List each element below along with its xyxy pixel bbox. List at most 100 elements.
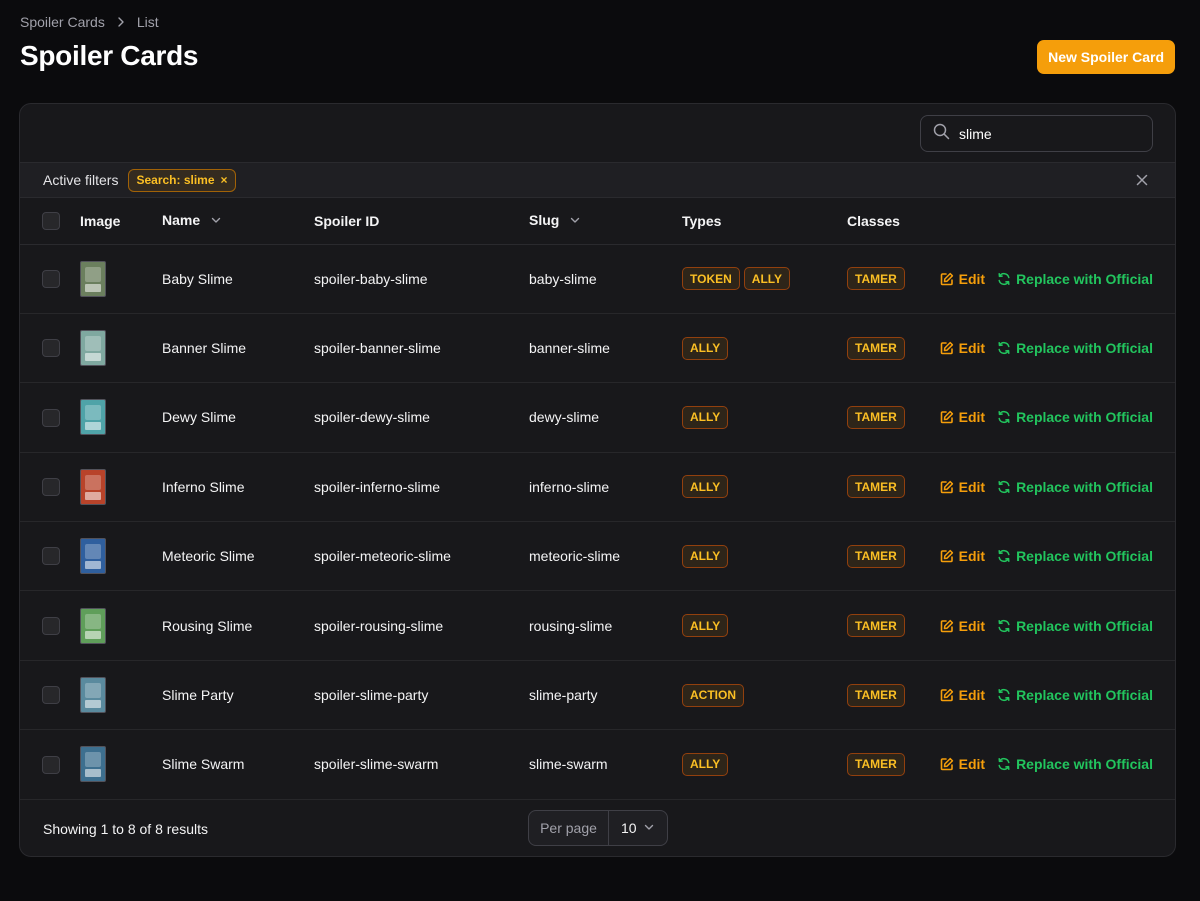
card-classes: TAMER — [847, 313, 932, 382]
card-name: Inferno Slime — [162, 478, 245, 495]
edit-icon — [940, 549, 954, 563]
column-header-classes: Classes — [847, 212, 900, 229]
card-thumbnail[interactable] — [80, 260, 106, 297]
edit-icon — [940, 341, 954, 355]
type-badge: ALLY — [743, 267, 791, 291]
row-checkbox[interactable] — [42, 339, 60, 358]
table-row[interactable]: Slime Party spoiler-slime-party slime-pa… — [20, 660, 1175, 730]
row-checkbox[interactable] — [42, 686, 60, 705]
table-row[interactable]: Dewy Slime spoiler-dewy-slime dewy-slime… — [20, 383, 1175, 453]
new-spoiler-card-button[interactable]: New Spoiler Card — [1037, 40, 1175, 74]
row-checkbox[interactable] — [42, 755, 60, 774]
table-row[interactable]: Slime Swarm spoiler-slime-swarm slime-sw… — [20, 730, 1175, 800]
edit-icon — [940, 757, 954, 771]
edit-button[interactable]: Edit — [940, 479, 985, 495]
edit-button[interactable]: Edit — [940, 409, 985, 425]
refresh-icon — [997, 688, 1011, 702]
card-name: Rousing Slime — [162, 617, 253, 634]
row-checkbox[interactable] — [42, 616, 60, 635]
row-checkbox[interactable] — [42, 478, 60, 497]
card-thumbnail[interactable] — [80, 538, 106, 575]
card-name: Slime Party — [162, 687, 234, 704]
row-actions: Edit Replace with Official — [932, 618, 1175, 634]
edit-button[interactable]: Edit — [940, 271, 985, 287]
column-header-slug-label: Slug — [529, 212, 560, 229]
card-spoiler-id: spoiler-meteoric-slime — [314, 548, 451, 565]
card-name: Dewy Slime — [162, 409, 236, 426]
column-header-name-label: Name — [162, 212, 201, 229]
replace-with-official-button[interactable]: Replace with Official — [997, 618, 1153, 634]
breadcrumb: Spoiler Cards List — [20, 14, 159, 30]
per-page-select[interactable]: 10 — [609, 811, 667, 845]
column-header-slug[interactable]: Slug — [529, 198, 682, 244]
card-spoiler-id: spoiler-baby-slime — [314, 270, 428, 287]
table-row[interactable]: Rousing Slime spoiler-rousing-slime rous… — [20, 591, 1175, 661]
card-slug: baby-slime — [529, 270, 597, 287]
card-spoiler-id: spoiler-rousing-slime — [314, 617, 444, 634]
sort-chevron-down-icon — [569, 213, 581, 229]
card-classes: TAMER — [847, 383, 932, 452]
column-header-spoiler-id: Spoiler ID — [314, 212, 380, 229]
table-row[interactable]: Banner Slime spoiler-banner-slime banner… — [20, 313, 1175, 383]
breadcrumb-parent-link[interactable]: Spoiler Cards — [20, 14, 105, 30]
refresh-icon — [997, 272, 1011, 286]
card-types: TOKEN ALLY — [682, 244, 847, 313]
card-thumbnail[interactable] — [80, 468, 106, 505]
replace-with-official-button[interactable]: Replace with Official — [997, 548, 1153, 564]
class-badge: TAMER — [847, 475, 905, 499]
table-row[interactable]: Meteoric Slime spoiler-meteoric-slime me… — [20, 522, 1175, 591]
select-all-checkbox[interactable] — [42, 211, 60, 230]
card-types: ALLY — [682, 383, 847, 452]
table-footer: Showing 1 to 8 of 8 results Per page 10 — [20, 799, 1175, 856]
replace-with-official-button[interactable]: Replace with Official — [997, 756, 1153, 772]
edit-button[interactable]: Edit — [940, 756, 985, 772]
row-checkbox[interactable] — [42, 408, 60, 427]
card-spoiler-id: spoiler-inferno-slime — [314, 478, 441, 495]
card-thumbnail[interactable] — [80, 330, 106, 367]
search-box[interactable] — [920, 115, 1153, 152]
sort-chevron-down-icon — [210, 213, 222, 229]
edit-label: Edit — [958, 687, 986, 704]
replace-with-official-button[interactable]: Replace with Official — [997, 271, 1153, 287]
row-checkbox[interactable] — [42, 547, 60, 566]
edit-label: Edit — [958, 756, 986, 773]
replace-with-official-button[interactable]: Replace with Official — [997, 687, 1153, 703]
replace-with-official-button[interactable]: Replace with Official — [997, 409, 1153, 425]
card-thumbnail[interactable] — [80, 677, 106, 714]
row-checkbox[interactable] — [42, 269, 60, 288]
replace-label: Replace with Official — [1016, 548, 1153, 565]
card-spoiler-id: spoiler-slime-swarm — [314, 756, 439, 773]
table-panel: Active filters Search: slime × Image Nam… — [19, 103, 1176, 857]
edit-icon — [940, 480, 954, 494]
card-classes: TAMER — [847, 660, 932, 729]
card-spoiler-id: spoiler-slime-party — [314, 687, 429, 704]
edit-label: Edit — [958, 478, 986, 495]
card-spoiler-id: spoiler-dewy-slime — [314, 409, 430, 426]
card-thumbnail[interactable] — [80, 399, 106, 436]
per-page-control: Per page 10 — [528, 810, 668, 846]
table-row[interactable]: Baby Slime spoiler-baby-slime baby-slime… — [20, 244, 1175, 314]
refresh-icon — [997, 549, 1011, 563]
table-row[interactable]: Inferno Slime spoiler-inferno-slime infe… — [20, 452, 1175, 522]
edit-button[interactable]: Edit — [940, 340, 985, 356]
card-thumbnail[interactable] — [80, 746, 106, 783]
replace-with-official-button[interactable]: Replace with Official — [997, 340, 1153, 356]
search-input[interactable] — [959, 125, 1129, 142]
edit-label: Edit — [958, 409, 986, 426]
replace-with-official-button[interactable]: Replace with Official — [997, 479, 1153, 495]
class-badge: TAMER — [847, 614, 905, 638]
row-actions: Edit Replace with Official — [932, 479, 1175, 495]
card-classes: TAMER — [847, 522, 932, 591]
edit-button[interactable]: Edit — [940, 687, 985, 703]
column-header-name[interactable]: Name — [162, 198, 314, 244]
type-badge: TOKEN — [682, 267, 740, 291]
row-actions: Edit Replace with Official — [932, 340, 1175, 356]
card-thumbnail[interactable] — [80, 607, 106, 644]
edit-button[interactable]: Edit — [940, 618, 985, 634]
card-classes: TAMER — [847, 452, 932, 521]
clear-filters-icon[interactable] — [1134, 172, 1150, 188]
row-actions: Edit Replace with Official — [932, 271, 1175, 287]
remove-filter-icon[interactable]: × — [221, 173, 228, 187]
edit-button[interactable]: Edit — [940, 548, 985, 564]
edit-label: Edit — [958, 340, 986, 357]
